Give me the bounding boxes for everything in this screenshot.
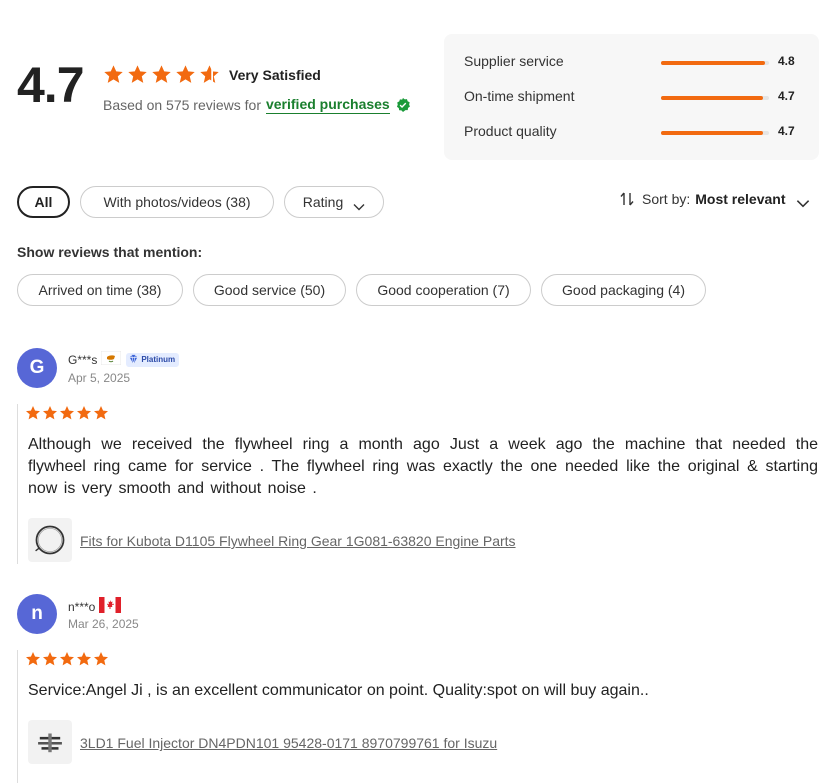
mention-title: Show reviews that mention:: [17, 244, 203, 260]
filter-all-button[interactable]: All: [17, 186, 70, 218]
sort-label: Sort by:: [642, 191, 691, 207]
star-icon: [59, 651, 75, 667]
star-icon: [151, 64, 172, 85]
star-icon: [25, 651, 41, 667]
metric-bar: [661, 96, 769, 100]
metric-label: Product quality: [464, 123, 557, 139]
review-count-text: Based on 575 reviews for: [103, 97, 261, 113]
rating-breakdown-panel: Supplier service 4.8 On-time shipment 4.…: [444, 34, 819, 160]
metric-label: On-time shipment: [464, 88, 575, 104]
sort-dropdown[interactable]: Sort by: Most relevant: [619, 191, 809, 208]
badge-label: Platinum: [141, 355, 176, 364]
verified-check-icon: [396, 98, 410, 112]
metric-bar-fill: [661, 131, 763, 135]
metric-bar-fill: [661, 96, 763, 100]
cyprus-flag-icon: [101, 350, 122, 368]
avatar: G: [17, 348, 57, 388]
review-text: Although we received the flywheel ring a…: [28, 436, 818, 497]
filter-photos-videos-button[interactable]: With photos/videos (38): [80, 186, 274, 218]
review-date: Mar 26, 2025: [68, 617, 139, 631]
mention-tag-good-packaging[interactable]: Good packaging (4): [541, 274, 706, 306]
mention-tag-arrived-on-time[interactable]: Arrived on time (38): [17, 274, 183, 306]
metric-value: 4.8: [778, 54, 795, 68]
metric-label: Supplier service: [464, 53, 564, 69]
product-link[interactable]: 3LD1 Fuel Injector DN4PDN101 95428-0171 …: [80, 735, 497, 751]
review-divider: [17, 650, 18, 783]
star-icon: [76, 651, 92, 667]
diamond-icon: [130, 354, 138, 365]
review-basis: Based on 575 reviews for verified purcha…: [103, 96, 410, 114]
reviewer-name-text: n***o: [68, 599, 96, 614]
mention-tag-good-cooperation[interactable]: Good cooperation (7): [356, 274, 531, 306]
reviewer-name: G***s Platinum: [68, 350, 180, 368]
sort-icon: [619, 191, 635, 207]
star-icon: [103, 64, 124, 85]
review-divider: [17, 404, 18, 564]
metric-product-quality: Product quality 4.7: [464, 123, 804, 143]
metric-bar-fill: [661, 61, 765, 65]
rating-dropdown-label: Rating: [302, 194, 344, 210]
metric-value: 4.7: [778, 124, 795, 138]
sort-value: Most relevant: [695, 191, 786, 207]
overall-score: 4.7: [17, 57, 85, 113]
metric-bar: [661, 61, 769, 65]
mention-tag-good-service[interactable]: Good service (50): [193, 274, 346, 306]
metric-bar: [661, 131, 769, 135]
product-thumbnail[interactable]: [28, 720, 72, 764]
product-link[interactable]: Fits for Kubota D1105 Flywheel Ring Gear…: [80, 533, 516, 549]
star-icon: [25, 405, 41, 421]
overall-stars: Very Satisfied: [103, 64, 321, 85]
avatar: n: [17, 594, 57, 634]
chevron-down-icon: [353, 198, 365, 211]
star-icon: [59, 405, 75, 421]
verified-purchases-link[interactable]: verified purchases: [265, 96, 390, 114]
metric-on-time-shipment: On-time shipment 4.7: [464, 88, 804, 108]
flywheel-ring-icon: [35, 525, 65, 555]
canada-flag-icon: [99, 597, 122, 616]
star-half-icon: [199, 64, 220, 85]
metric-value: 4.7: [778, 89, 795, 103]
review-stars: [25, 651, 110, 667]
product-thumbnail[interactable]: [28, 518, 72, 562]
filter-rating-dropdown[interactable]: Rating: [284, 186, 384, 218]
platinum-badge: Platinum: [126, 352, 180, 367]
star-icon: [42, 651, 58, 667]
star-icon: [76, 405, 92, 421]
metric-supplier-service: Supplier service 4.8: [464, 53, 804, 73]
star-icon: [175, 64, 196, 85]
review-text: Service:Angel Ji , is an excellent commu…: [28, 682, 649, 699]
reviewer-name: n***o: [68, 597, 122, 616]
chevron-down-icon: [796, 195, 809, 208]
review-date: Apr 5, 2025: [68, 371, 131, 385]
star-icon: [42, 405, 58, 421]
fuel-injector-icon: [38, 733, 62, 753]
star-icon: [127, 64, 148, 85]
satisfaction-label: Very Satisfied: [229, 66, 321, 83]
star-icon: [93, 651, 109, 667]
reviewer-name-text: G***s: [68, 352, 98, 367]
star-icon: [93, 405, 109, 421]
review-stars: [25, 405, 110, 421]
